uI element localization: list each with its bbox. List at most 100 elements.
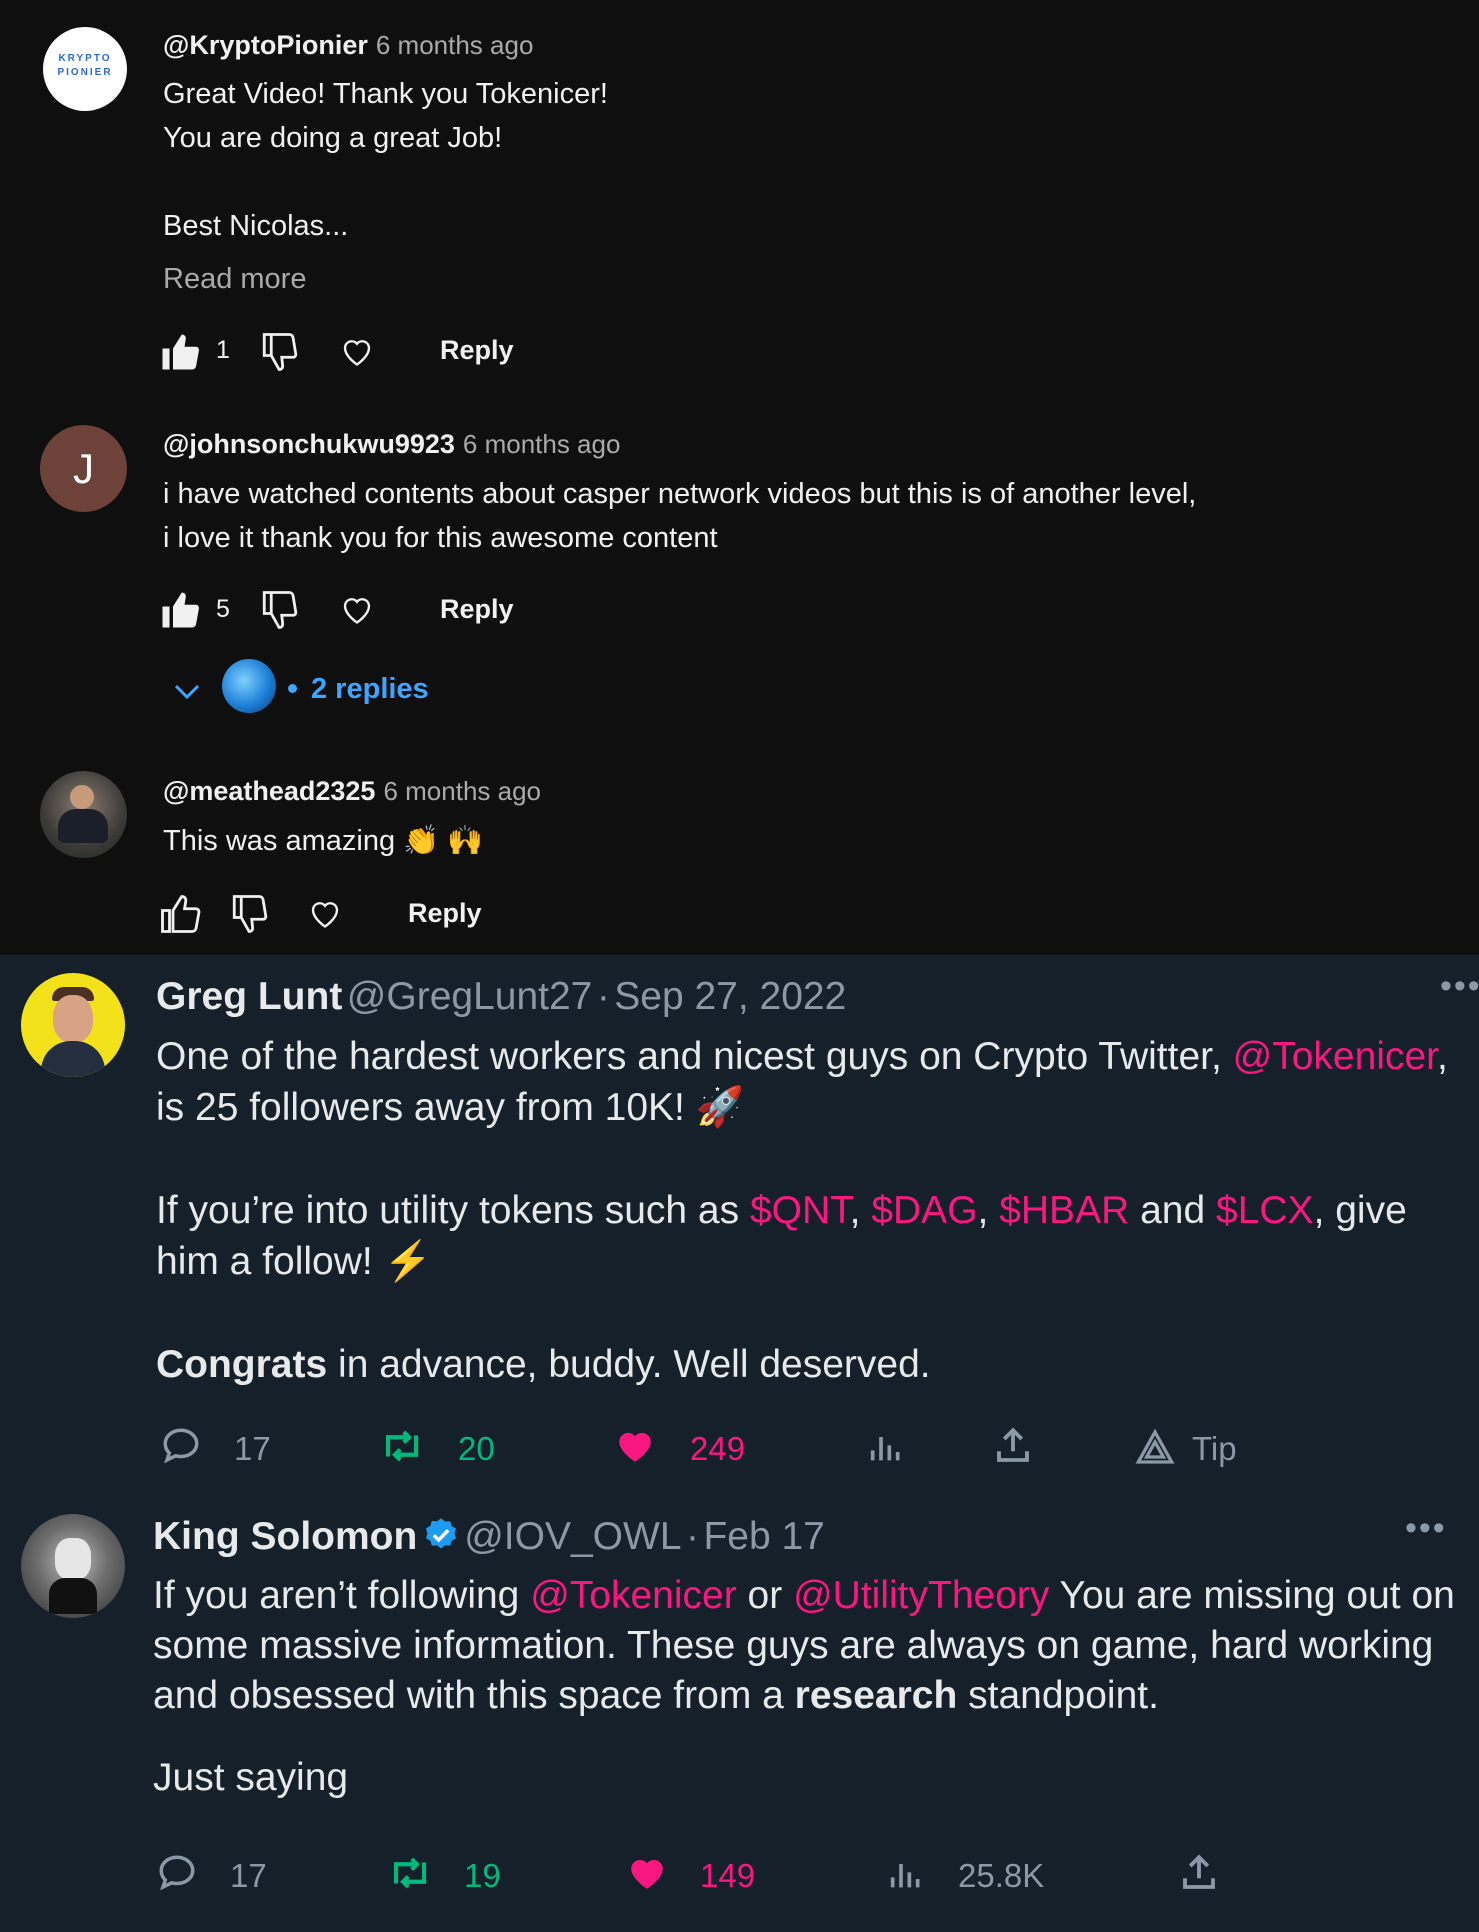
comment-text-line: Best Nicolas...: [163, 210, 349, 242]
avatar[interactable]: [21, 973, 125, 1077]
like-icon[interactable]: [158, 331, 202, 373]
comment-timestamp[interactable]: 6 months ago: [383, 776, 541, 806]
tweet-text-line: If you aren’t following @Tokenicer or @U…: [153, 1570, 1455, 1621]
mention-link[interactable]: @UtilityTheory: [793, 1574, 1049, 1617]
heart-icon[interactable]: [338, 591, 376, 627]
reply-icon[interactable]: [156, 1852, 198, 1894]
share-icon[interactable]: [1178, 1852, 1220, 1894]
reply-icon[interactable]: [160, 1425, 202, 1467]
tweet-text-line: Congrats in advance, buddy. Well deserve…: [156, 1339, 931, 1390]
avatar[interactable]: KRYPTO PIONIER: [43, 27, 127, 111]
comment-text-line: Great Video! Thank you Tokenicer!: [163, 78, 608, 110]
tweet-text: , give: [1313, 1189, 1407, 1232]
avatar[interactable]: [21, 1514, 125, 1618]
retweet-count: 19: [464, 1857, 501, 1894]
views-icon[interactable]: [886, 1854, 926, 1894]
tweet-text-line: If you’re into utility tokens such as $Q…: [156, 1185, 1407, 1236]
read-more-link[interactable]: Read more: [163, 263, 306, 296]
tweet-date[interactable]: Feb 17: [703, 1515, 824, 1558]
tweet-author-name[interactable]: Greg Lunt: [156, 975, 342, 1018]
tweet-text: standpoint.: [957, 1674, 1159, 1717]
comment-text-line: You are doing a great Job!: [163, 122, 503, 154]
view-count: 25.8K: [958, 1857, 1045, 1894]
tweet-author-handle[interactable]: @IOV_OWL: [464, 1515, 681, 1558]
heart-icon[interactable]: [306, 895, 344, 931]
separator-dot: [288, 684, 297, 693]
tweet-text: and: [1129, 1189, 1216, 1232]
tweet-header: Greg Lunt @GregLunt27 · Sep 27, 2022: [156, 975, 846, 1019]
tweet-header: King Solomon @IOV_OWL · Feb 17: [153, 1515, 825, 1559]
cashtag-link[interactable]: $DAG: [871, 1189, 977, 1232]
comment-author[interactable]: @meathead2325: [163, 776, 375, 806]
header-separator: ·: [596, 975, 610, 1018]
tweet-text: research: [794, 1674, 958, 1717]
tweet-text-line: is 25 followers away from 10K! 🚀: [156, 1086, 745, 1129]
avatar-body: [41, 1041, 105, 1077]
retweet-icon[interactable]: [386, 1852, 434, 1894]
reply-button[interactable]: Reply: [408, 898, 482, 929]
like-icon[interactable]: [158, 589, 202, 631]
heart-icon[interactable]: [338, 333, 376, 369]
avatar-head: [55, 1538, 91, 1580]
tweet-text: You are missing out on: [1049, 1574, 1455, 1617]
more-options-icon[interactable]: •••: [1440, 967, 1479, 1006]
heart-filled-icon[interactable]: [624, 1852, 670, 1894]
comment-timestamp[interactable]: 6 months ago: [463, 429, 621, 459]
tweet-text-line: him a follow! ⚡: [156, 1240, 433, 1283]
mention-link[interactable]: @Tokenicer: [1233, 1035, 1437, 1078]
comment-author[interactable]: @KryptoPionier: [163, 30, 368, 60]
dislike-icon[interactable]: [258, 589, 302, 631]
comment-header: @johnsonchukwu9923 6 months ago: [163, 429, 620, 460]
like-count: 249: [690, 1430, 746, 1467]
tweet-text: ,: [977, 1189, 1000, 1232]
reply-button[interactable]: Reply: [440, 594, 514, 625]
tweet-text: If you’re into utility tokens such as: [156, 1189, 750, 1232]
tweet-text: ,: [1437, 1035, 1448, 1078]
replier-avatar: [222, 659, 276, 713]
reply-count: 17: [230, 1857, 267, 1894]
dislike-icon[interactable]: [258, 331, 302, 373]
tip-icon[interactable]: [1134, 1427, 1176, 1467]
views-icon[interactable]: [866, 1427, 906, 1467]
avatar-face: [53, 995, 93, 1043]
avatar-letter: J: [73, 445, 94, 492]
view-replies-link[interactable]: 2 replies: [311, 673, 429, 706]
tweet-text-line: One of the hardest workers and nicest gu…: [156, 1031, 1448, 1082]
cashtag-link[interactable]: $QNT: [750, 1189, 850, 1232]
tweet-text: or: [736, 1574, 794, 1617]
heart-filled-icon[interactable]: [612, 1425, 658, 1467]
tweet-date[interactable]: Sep 27, 2022: [614, 975, 846, 1018]
comment-text-line: i have watched contents about casper net…: [163, 478, 1197, 510]
avatar[interactable]: [40, 771, 127, 858]
comment-author[interactable]: @johnsonchukwu9923: [163, 429, 455, 459]
tip-label[interactable]: Tip: [1192, 1430, 1237, 1468]
comment-timestamp[interactable]: 6 months ago: [376, 30, 534, 60]
twitter-section: Greg Lunt @GregLunt27 · Sep 27, 2022 •••…: [0, 955, 1479, 1932]
cashtag-link[interactable]: $LCX: [1216, 1189, 1314, 1232]
like-icon[interactable]: [158, 893, 202, 935]
retweet-icon[interactable]: [378, 1425, 426, 1467]
tweet-text: Congrats: [156, 1343, 328, 1386]
avatar[interactable]: J: [40, 425, 127, 512]
reply-count: 17: [234, 1430, 271, 1467]
mention-link[interactable]: @Tokenicer: [530, 1574, 737, 1617]
dislike-icon[interactable]: [228, 893, 272, 935]
tweet-author-handle[interactable]: @GregLunt27: [347, 975, 593, 1018]
like-count: 149: [700, 1857, 756, 1894]
more-options-icon[interactable]: •••: [1405, 1509, 1447, 1548]
avatar-body: [58, 809, 108, 843]
header-separator: ·: [685, 1515, 699, 1558]
reply-button[interactable]: Reply: [440, 335, 514, 366]
tweet-author-name[interactable]: King Solomon: [153, 1515, 417, 1558]
cashtag-link[interactable]: $HBAR: [999, 1189, 1129, 1232]
like-count: 5: [216, 595, 230, 623]
comment-text-line: i love it thank you for this awesome con…: [163, 522, 718, 554]
comment-text-line: This was amazing 👏 🙌: [163, 825, 484, 857]
share-icon[interactable]: [992, 1425, 1034, 1467]
chevron-down-icon[interactable]: [172, 680, 202, 702]
tweet-text-line: some massive information. These guys are…: [153, 1624, 1434, 1667]
tweet-text: and obsessed with this space from a: [153, 1674, 795, 1717]
tweet-text-line: and obsessed with this space from a rese…: [153, 1670, 1159, 1721]
avatar-face: [70, 785, 94, 809]
retweet-count: 20: [458, 1430, 495, 1467]
